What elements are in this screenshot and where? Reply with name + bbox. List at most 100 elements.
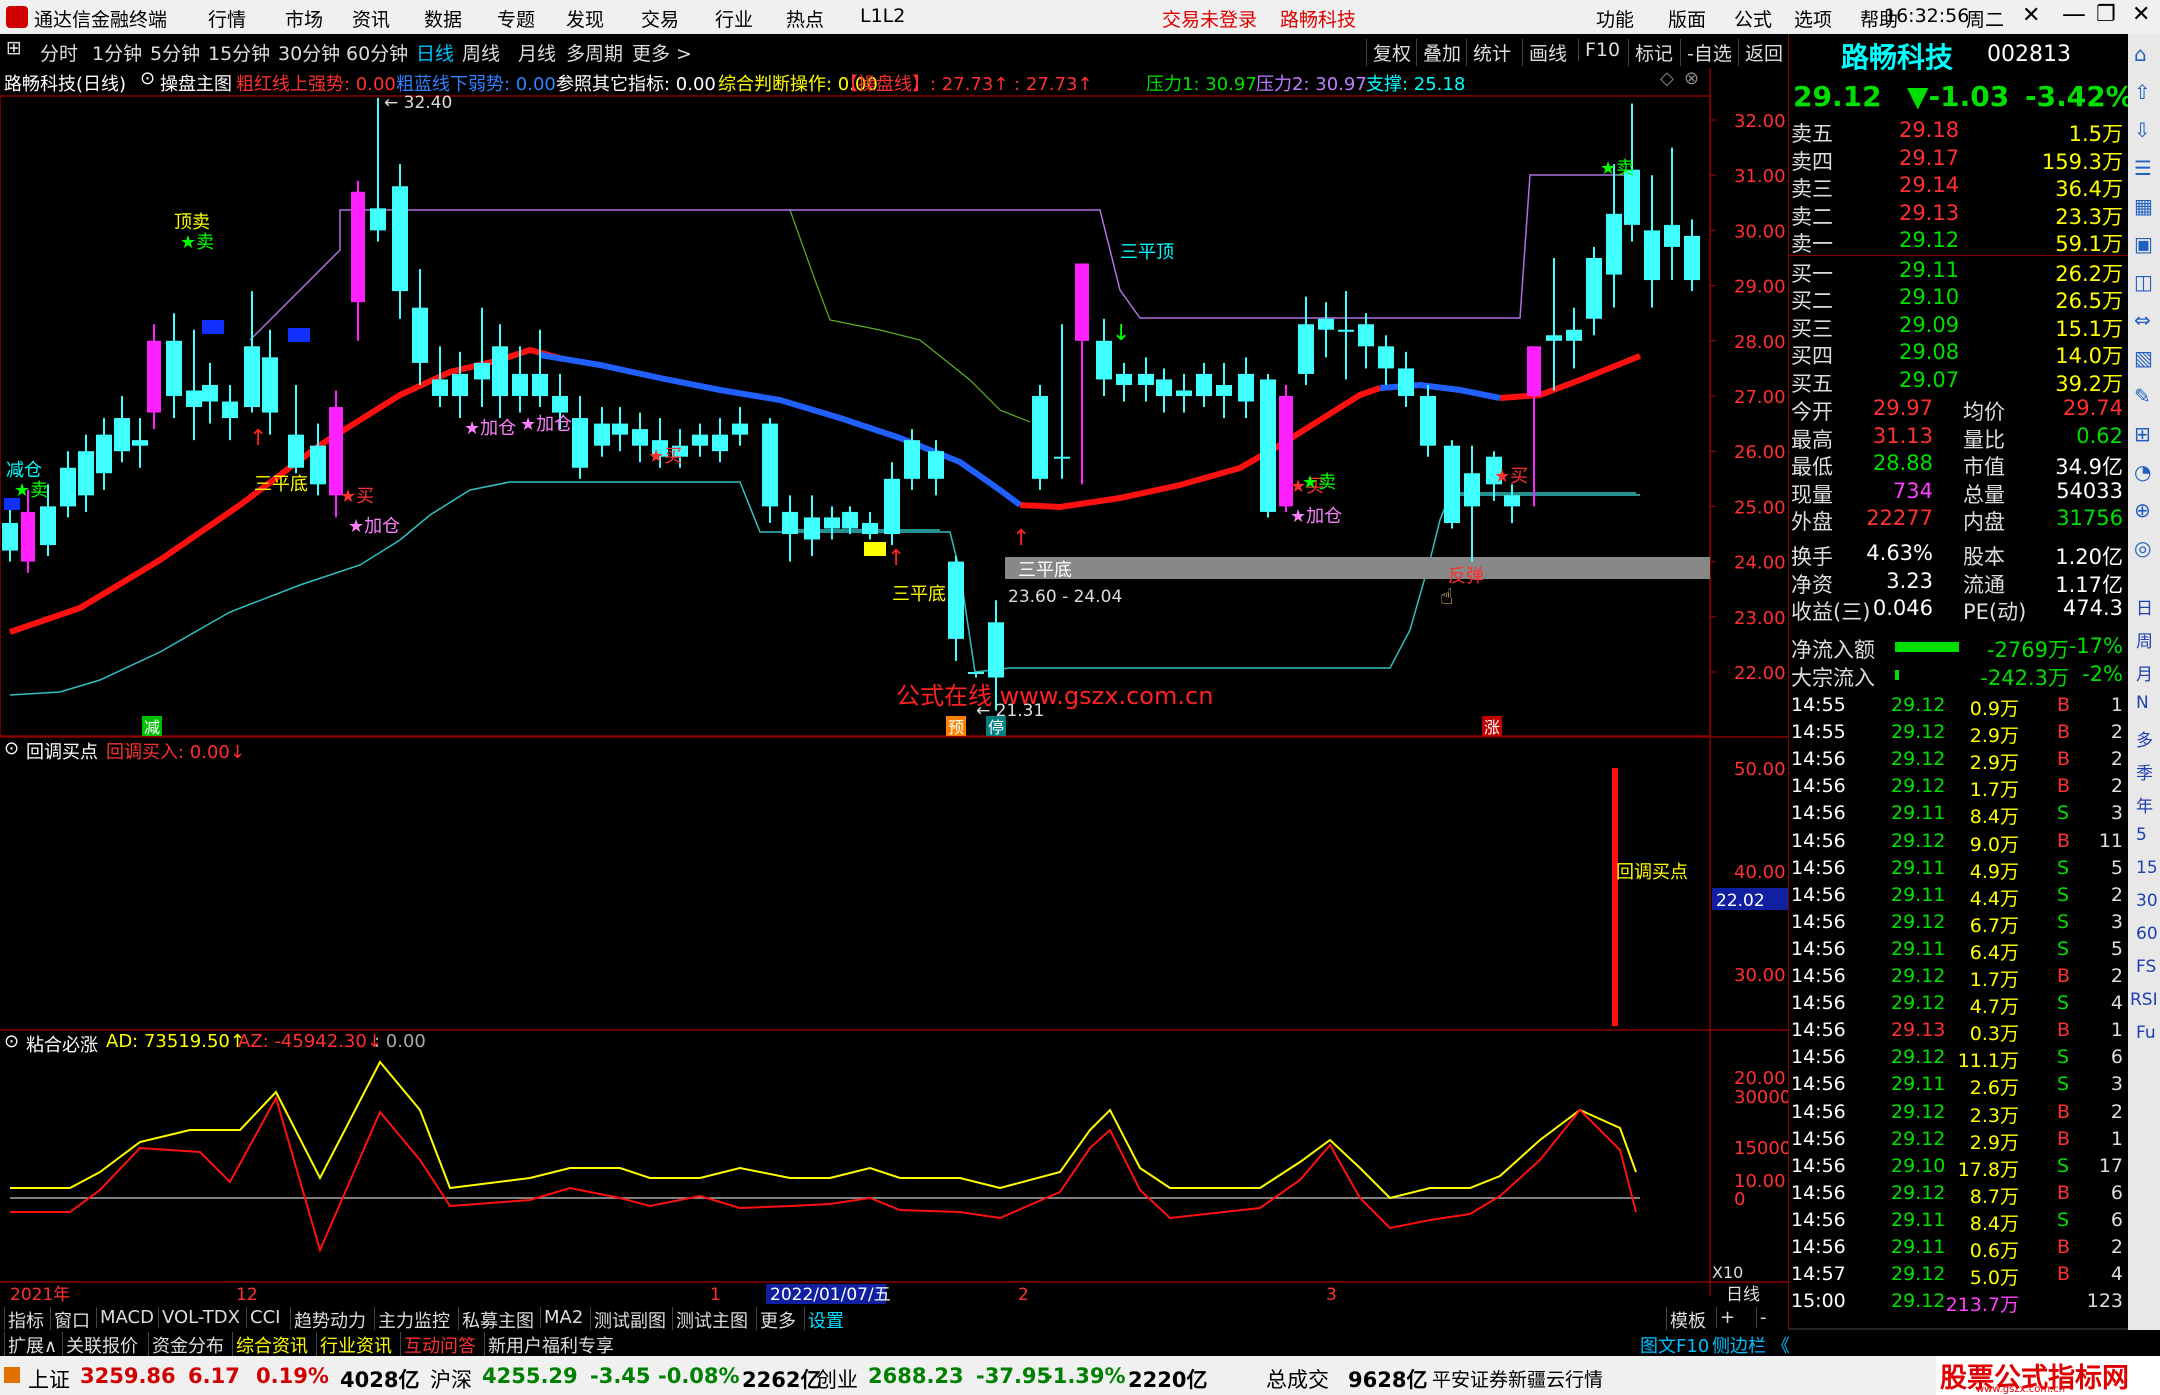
- bottom-link-2[interactable]: 资金分布: [148, 1332, 224, 1358]
- candle-body[interactable]: [392, 186, 408, 292]
- tool-button-1[interactable]: 叠加: [1416, 39, 1467, 66]
- indicator-tab-8[interactable]: MA2: [540, 1307, 583, 1328]
- candle-body[interactable]: [1238, 373, 1254, 402]
- bottom-link-1[interactable]: 关联报价: [62, 1332, 138, 1358]
- sidebar-tool-icon[interactable]: ☰: [2134, 156, 2152, 180]
- maximize-icon[interactable]: ❐: [2096, 2, 2116, 27]
- candle-body[interactable]: [288, 434, 304, 468]
- candle-body[interactable]: [1464, 473, 1480, 507]
- candle-body[interactable]: [452, 373, 468, 396]
- right-menu-3[interactable]: 选项: [1794, 5, 1832, 32]
- sidebar-tool-icon[interactable]: ✎: [2134, 384, 2151, 408]
- candle-body[interactable]: [1096, 340, 1112, 380]
- sidebar-period-0[interactable]: 日: [2136, 594, 2153, 619]
- bottom-link-3[interactable]: 综合资讯: [232, 1332, 308, 1358]
- candle-body[interactable]: [114, 418, 130, 452]
- bottom-right-link-0[interactable]: 图文F10: [1640, 1332, 1709, 1358]
- indicator-tab-2[interactable]: MACD: [96, 1307, 154, 1328]
- sub2-gear-icon[interactable]: ⊙: [4, 1031, 19, 1052]
- candle-body[interactable]: [572, 418, 588, 468]
- candle-body[interactable]: [1260, 379, 1276, 512]
- candle-body[interactable]: [1176, 390, 1192, 396]
- candle-body[interactable]: [1378, 346, 1394, 369]
- candle-body[interactable]: [310, 445, 326, 485]
- candle-body[interactable]: [1606, 213, 1622, 275]
- chart-area[interactable]: 32.00 31.00 30.00 29.00 28.00 27.00 26.00 25.00…: [0, 68, 1788, 1305]
- period-tab-8[interactable]: 月线: [518, 39, 556, 66]
- restore-icon[interactable]: ✕: [2022, 3, 2040, 28]
- candle-body[interactable]: [762, 423, 778, 507]
- candle-body[interactable]: [147, 340, 161, 413]
- candle-body[interactable]: [351, 191, 365, 303]
- candle-body[interactable]: [594, 423, 610, 446]
- candle-body[interactable]: [904, 440, 920, 479]
- candle-body[interactable]: [432, 379, 448, 396]
- sidebar-tool-icon[interactable]: ⇩: [2134, 118, 2151, 142]
- candle-body[interactable]: [1054, 456, 1070, 459]
- candle-body[interactable]: [862, 522, 878, 534]
- candle-body[interactable]: [1075, 263, 1089, 341]
- menu-7[interactable]: 行业: [715, 5, 753, 32]
- menu-6[interactable]: 交易: [641, 5, 679, 32]
- bottom-link-5[interactable]: 互动问答: [400, 1332, 476, 1358]
- candle-body[interactable]: [2, 522, 18, 551]
- candle-body[interactable]: [370, 208, 386, 231]
- menu-8[interactable]: 热点: [786, 5, 824, 32]
- tool-button-6[interactable]: -自选: [1680, 39, 1738, 66]
- candle-body[interactable]: [186, 390, 202, 408]
- right-menu-2[interactable]: 公式: [1734, 5, 1772, 32]
- sub1-title[interactable]: 回调买点: [26, 738, 98, 764]
- candle-body[interactable]: [1684, 235, 1700, 281]
- menu-9[interactable]: L1L2: [860, 5, 905, 27]
- sidebar-period-5[interactable]: 季: [2136, 759, 2153, 784]
- indicator-tab-4[interactable]: CCI: [246, 1307, 280, 1328]
- sub2-title[interactable]: 粘合必涨: [26, 1031, 98, 1057]
- candle-body[interactable]: [1398, 368, 1414, 396]
- candle-body[interactable]: [968, 672, 984, 674]
- candle-body[interactable]: [1138, 373, 1154, 385]
- indicator-tab-15[interactable]: -: [1756, 1307, 1767, 1328]
- tool-button-4[interactable]: F10: [1578, 39, 1626, 61]
- candle-body[interactable]: [1586, 258, 1602, 319]
- candle-body[interactable]: [512, 373, 528, 396]
- candle-body[interactable]: [60, 467, 76, 507]
- candle-body[interactable]: [474, 362, 490, 380]
- menu-4[interactable]: 专题: [497, 5, 535, 32]
- sidebar-tool-icon[interactable]: ◫: [2134, 270, 2153, 294]
- sidebar-period-12[interactable]: RSI: [2130, 990, 2158, 1010]
- tool-button-3[interactable]: 画线: [1522, 39, 1573, 66]
- candle-body[interactable]: [40, 506, 56, 546]
- candle-body[interactable]: [1566, 329, 1582, 341]
- period-tab-9[interactable]: 多周期: [566, 39, 623, 66]
- candle-body[interactable]: [244, 346, 260, 408]
- period-tab-6[interactable]: 日线: [416, 39, 454, 66]
- collapse-icon[interactable]: ⊞: [6, 37, 22, 59]
- sidebar-tool-icon[interactable]: ▧: [2134, 346, 2153, 370]
- index-name[interactable]: 沪深: [430, 1364, 472, 1394]
- candle-body[interactable]: [612, 423, 628, 435]
- candle-body[interactable]: [948, 561, 964, 639]
- right-menu-1[interactable]: 版面: [1668, 5, 1706, 32]
- menu-2[interactable]: 资讯: [352, 5, 390, 32]
- sidebar-tool-icon[interactable]: ⇔: [2134, 308, 2151, 332]
- login-status[interactable]: 交易未登录: [1162, 5, 1257, 32]
- sidebar-period-10[interactable]: 60: [2136, 924, 2158, 944]
- sidebar-period-8[interactable]: 15: [2136, 858, 2158, 878]
- candle-body[interactable]: [1318, 318, 1334, 330]
- candle-body[interactable]: [1420, 396, 1436, 446]
- candle-body[interactable]: [1032, 396, 1048, 479]
- bottom-link-4[interactable]: 行业资讯: [316, 1332, 392, 1358]
- period-tab-10[interactable]: 更多 >: [632, 39, 692, 66]
- candle-body[interactable]: [1298, 324, 1314, 374]
- period-tab-5[interactable]: 60分钟: [346, 39, 408, 66]
- sidebar-period-4[interactable]: 多: [2136, 726, 2153, 751]
- sidebar-tool-icon[interactable]: ⇧: [2134, 80, 2151, 104]
- indicator-tab-14[interactable]: +: [1716, 1307, 1735, 1328]
- candle-body[interactable]: [884, 478, 900, 534]
- candle-body[interactable]: [262, 357, 278, 413]
- candle-body[interactable]: [1156, 379, 1172, 396]
- candle-body[interactable]: [1338, 329, 1354, 332]
- candle-body[interactable]: [96, 434, 112, 474]
- candle-body[interactable]: [712, 434, 728, 452]
- candle-body[interactable]: [532, 373, 548, 396]
